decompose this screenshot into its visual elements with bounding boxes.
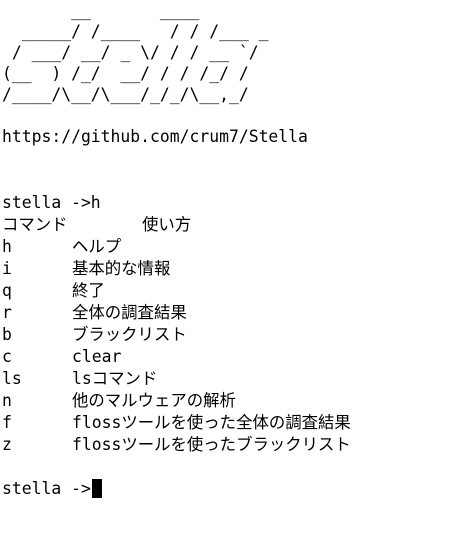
help-row-i: i 基本的な情報 [2, 258, 462, 280]
help-key: i [2, 259, 12, 278]
terminal-window[interactable]: __ ____ _____/ /____ / / /___ _ / ___/ _… [2, 0, 462, 534]
ascii-logo-line-1: __ ____ [2, 1, 200, 20]
help-description: lsコマンド [72, 369, 158, 388]
help-description: ブラックリスト [72, 325, 187, 344]
ascii-logo-line-3: / ___/ __/ _ \/ / / __ `/ [2, 43, 259, 62]
help-row-z: z flossツールを使ったブラックリスト [2, 434, 462, 456]
repository-url: https://github.com/crum7/Stella [2, 127, 308, 146]
help-description: ヘルプ [72, 237, 122, 256]
help-description: 全体の調査結果 [72, 303, 187, 322]
help-description: flossツールを使った全体の調査結果 [72, 413, 351, 432]
help-description: clear [72, 347, 122, 366]
input-prompt-line[interactable]: stella -> [2, 478, 102, 500]
help-row-f: f flossツールを使った全体の調査結果 [2, 412, 462, 434]
help-row-r: r 全体の調査結果 [2, 302, 462, 324]
help-description: 基本的な情報 [72, 259, 171, 278]
help-description: 終了 [72, 281, 105, 300]
help-row-c: c clear [2, 346, 462, 368]
help-key: h [2, 237, 12, 256]
help-row-b: b ブラックリスト [2, 324, 462, 346]
help-description: flossツールを使ったブラックリスト [72, 435, 351, 454]
help-row-q: q 終了 [2, 280, 462, 302]
help-key: r [2, 303, 12, 322]
help-row-ls: ls lsコマンド [2, 368, 462, 390]
help-key: c [2, 347, 12, 366]
prompt-command-line: stella ->h [2, 193, 101, 212]
help-row-h: h ヘルプ [2, 236, 462, 258]
help-key: z [2, 435, 12, 454]
help-key: b [2, 325, 12, 344]
ascii-logo-line-4: (__ ) /_/ __/ / / /_/ / [2, 64, 249, 83]
help-row-n: n 他のマルウェアの解析 [2, 390, 462, 412]
help-key: n [2, 391, 12, 410]
help-table-header: コマンド 使い方 [2, 214, 462, 236]
help-key: q [2, 281, 12, 300]
header-command: コマンド [2, 215, 68, 234]
header-usage: 使い方 [142, 215, 192, 234]
help-description: 他のマルウェアの解析 [72, 391, 236, 410]
help-key: ls [2, 369, 22, 388]
prompt-text: stella -> [2, 479, 91, 498]
ascii-logo-line-5: /____/\__/\___/_/_/\__,_/ [2, 85, 249, 104]
text-cursor [91, 479, 102, 498]
help-key: f [2, 413, 12, 432]
ascii-logo-line-2: _____/ /____ / / /___ _ [2, 22, 269, 41]
